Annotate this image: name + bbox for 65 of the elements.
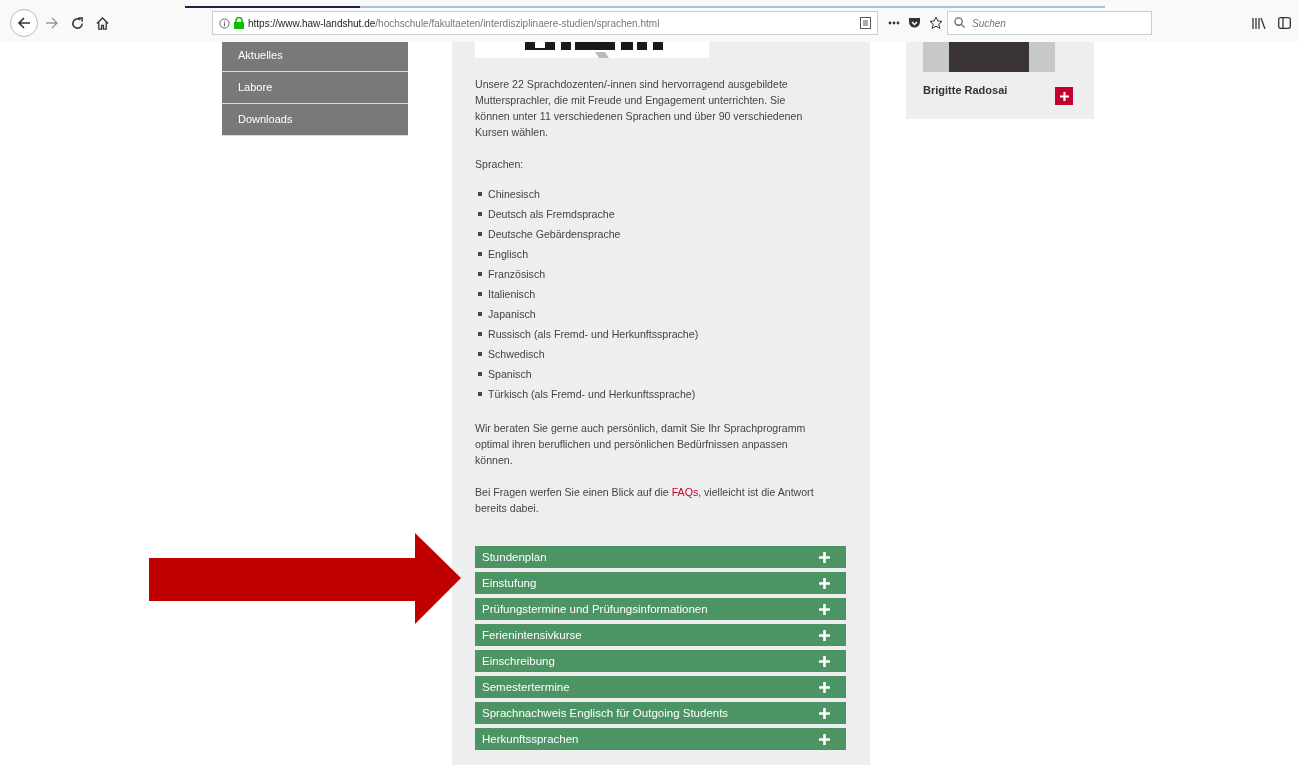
- back-arrow-icon: [17, 16, 31, 30]
- bullet-icon: [478, 232, 482, 236]
- forward-arrow-icon: [45, 16, 59, 30]
- plus-icon: [819, 707, 830, 719]
- plus-icon: [819, 733, 830, 745]
- plus-icon: [819, 603, 830, 615]
- language-item: Italienisch: [488, 287, 536, 302]
- accordion-header[interactable]: Einschreibung: [475, 650, 846, 672]
- language-item: Japanisch: [488, 307, 536, 322]
- contact-name: Brigitte Radosai: [923, 84, 1008, 96]
- star-icon[interactable]: [929, 16, 943, 30]
- accordion-header[interactable]: Semestertermine: [475, 676, 846, 698]
- accordion-header[interactable]: Herkunftssprachen: [475, 728, 846, 750]
- language-item: Chinesisch: [488, 187, 540, 202]
- reload-icon: [70, 16, 84, 30]
- accordion-header[interactable]: Sprachnachweis Englisch für Outgoing Students: [475, 702, 846, 724]
- info-icon[interactable]: [219, 17, 230, 29]
- sidebar-icon[interactable]: [1278, 17, 1291, 29]
- accordion-header[interactable]: Stundenplan: [475, 546, 846, 568]
- bullet-icon: [478, 372, 482, 376]
- languages-heading: Sprachen:: [475, 157, 525, 172]
- bullet-icon: [478, 272, 482, 276]
- home-icon: [95, 16, 109, 30]
- accordion-header[interactable]: Prüfungstermine und Prüfungsinformationen: [475, 598, 846, 620]
- sidebar-item[interactable]: Aktuelles: [222, 40, 408, 72]
- pocket-icon[interactable]: [908, 17, 921, 29]
- bullet-icon: [478, 352, 482, 356]
- sidebar-item[interactable]: Downloads: [222, 104, 408, 136]
- reader-view-icon[interactable]: [860, 17, 871, 29]
- plus-icon: [819, 681, 830, 693]
- plus-icon: [819, 551, 830, 563]
- bullet-icon: [478, 292, 482, 296]
- padlock-icon: [234, 17, 244, 29]
- bullet-icon: [478, 192, 482, 196]
- bullet-icon: [478, 332, 482, 336]
- language-item: Türkisch (als Fremd- und Herkunftssprache): [488, 387, 696, 402]
- sidebar-item[interactable]: Labore: [222, 72, 408, 104]
- plus-icon: [819, 629, 830, 641]
- url-text: https://www.haw-landshut.de/hochschule/fakultaeten/interdisziplinaere-studien/sprachen.html: [248, 17, 660, 29]
- language-item: Russisch (als Fremd- und Herkunftssprache): [488, 327, 699, 342]
- accordion-header[interactable]: Ferienintensivkurse: [475, 624, 846, 646]
- accordion-header[interactable]: Einstufung: [475, 572, 846, 594]
- search-icon: [954, 17, 965, 28]
- address-bar[interactable]: https://www.haw-landshut.de/hochschule/fakultaeten/interdisziplinaere-studien/sprachen.html: [212, 11, 878, 35]
- bullet-icon: [478, 312, 482, 316]
- bullet-icon: [478, 252, 482, 256]
- search-field[interactable]: Suchen: [947, 11, 1152, 35]
- language-item: Englisch: [488, 247, 529, 262]
- plus-icon: [819, 655, 830, 667]
- language-item: Spanisch: [488, 367, 532, 382]
- expand-button[interactable]: [1055, 87, 1073, 105]
- plus-icon: [1059, 91, 1069, 101]
- advice-paragraph: Wir beraten Sie gerne auch persönlich, damit Sie Ihr Sprachprogramm optimal ihren beruflichen und persönlichen Bedürfnissen anpassen können.: [475, 421, 807, 468]
- faq-paragraph: Bei Fragen werfen Sie einen Blick auf die FAQs, vielleicht ist die Antwort bereits dabei.: [475, 485, 815, 516]
- plus-icon: [819, 577, 830, 589]
- bullet-icon: [478, 392, 482, 396]
- intro-paragraph: Unsere 22 Sprachdozenten/-innen sind hervorragend ausgebildete Muttersprachler, die mit Freude und Engagement unterrichten. Sie können unter 11 verschiedenen Sprachen und über 90 verschiedenen Kursen wählen.: [475, 77, 804, 140]
- more-icon[interactable]: [888, 21, 900, 25]
- language-item: Deutsch als Fremdsprache: [488, 207, 615, 222]
- language-item: Schwedisch: [488, 347, 545, 362]
- bullet-icon: [478, 212, 482, 216]
- language-item: Französisch: [488, 267, 546, 282]
- back-button[interactable]: [10, 9, 38, 37]
- language-item: Deutsche Gebärdensprache: [488, 227, 621, 242]
- library-icon[interactable]: [1252, 17, 1266, 29]
